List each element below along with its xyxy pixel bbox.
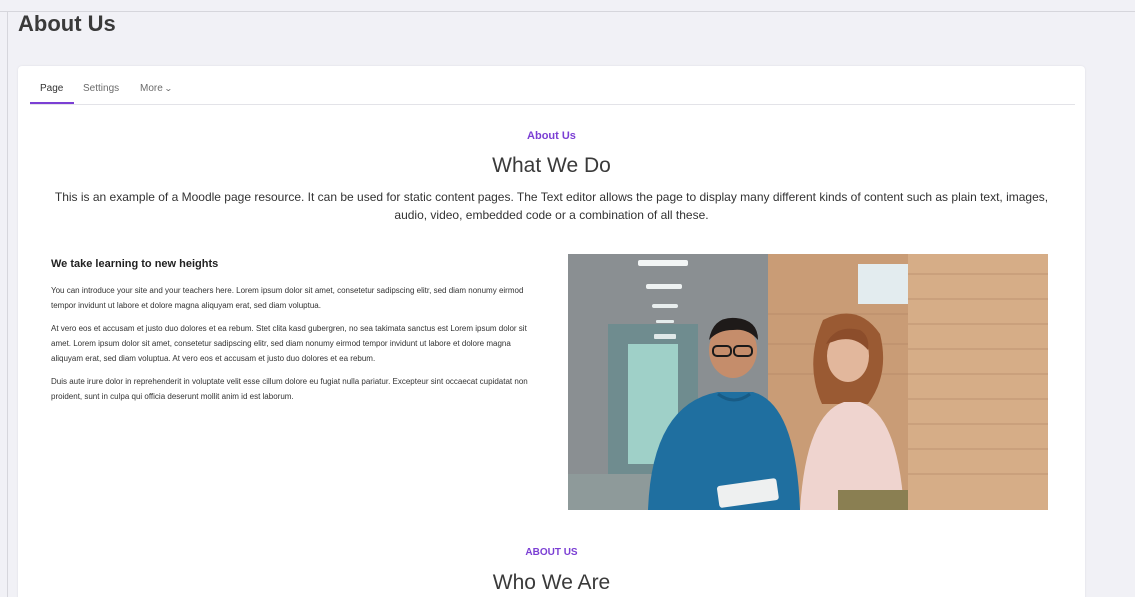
active-tab-indicator [30, 102, 74, 104]
left-divider [7, 11, 8, 597]
tab-more-label: More [140, 83, 163, 94]
section-kicker: ABOUT US [525, 547, 578, 558]
content-subheading: We take learning to new heights [51, 258, 219, 270]
section-heading: Who We Are [492, 571, 611, 594]
team-photo-illustration [568, 254, 1048, 510]
section-heading: What We Do [492, 154, 611, 177]
tab-page[interactable]: Page [40, 83, 63, 94]
page-title: About Us [18, 11, 116, 36]
section-kicker: About Us [527, 130, 576, 142]
content-paragraph: Duis aute irure dolor in reprehenderit i… [51, 377, 528, 401]
secondary-navigation: Page Settings More⌄ [30, 66, 1075, 105]
page-root: About Us Page Settings More⌄ About Us Wh… [0, 0, 1135, 597]
team-photo [568, 254, 1048, 510]
section-intro: This is an example of a Moodle page reso… [54, 190, 1049, 222]
chevron-down-icon: ⌄ [163, 84, 173, 93]
tab-settings[interactable]: Settings [83, 83, 119, 94]
content-paragraph: You can introduce your site and your tea… [51, 286, 524, 310]
content-card: Page Settings More⌄ About Us What We Do … [18, 66, 1085, 597]
tab-more[interactable]: More⌄ [140, 83, 173, 94]
content-text-column: We take learning to new heights You can … [51, 257, 541, 412]
top-divider [0, 11, 1135, 12]
content-paragraph: At vero eos et accusam et justo duo dolo… [51, 324, 527, 363]
